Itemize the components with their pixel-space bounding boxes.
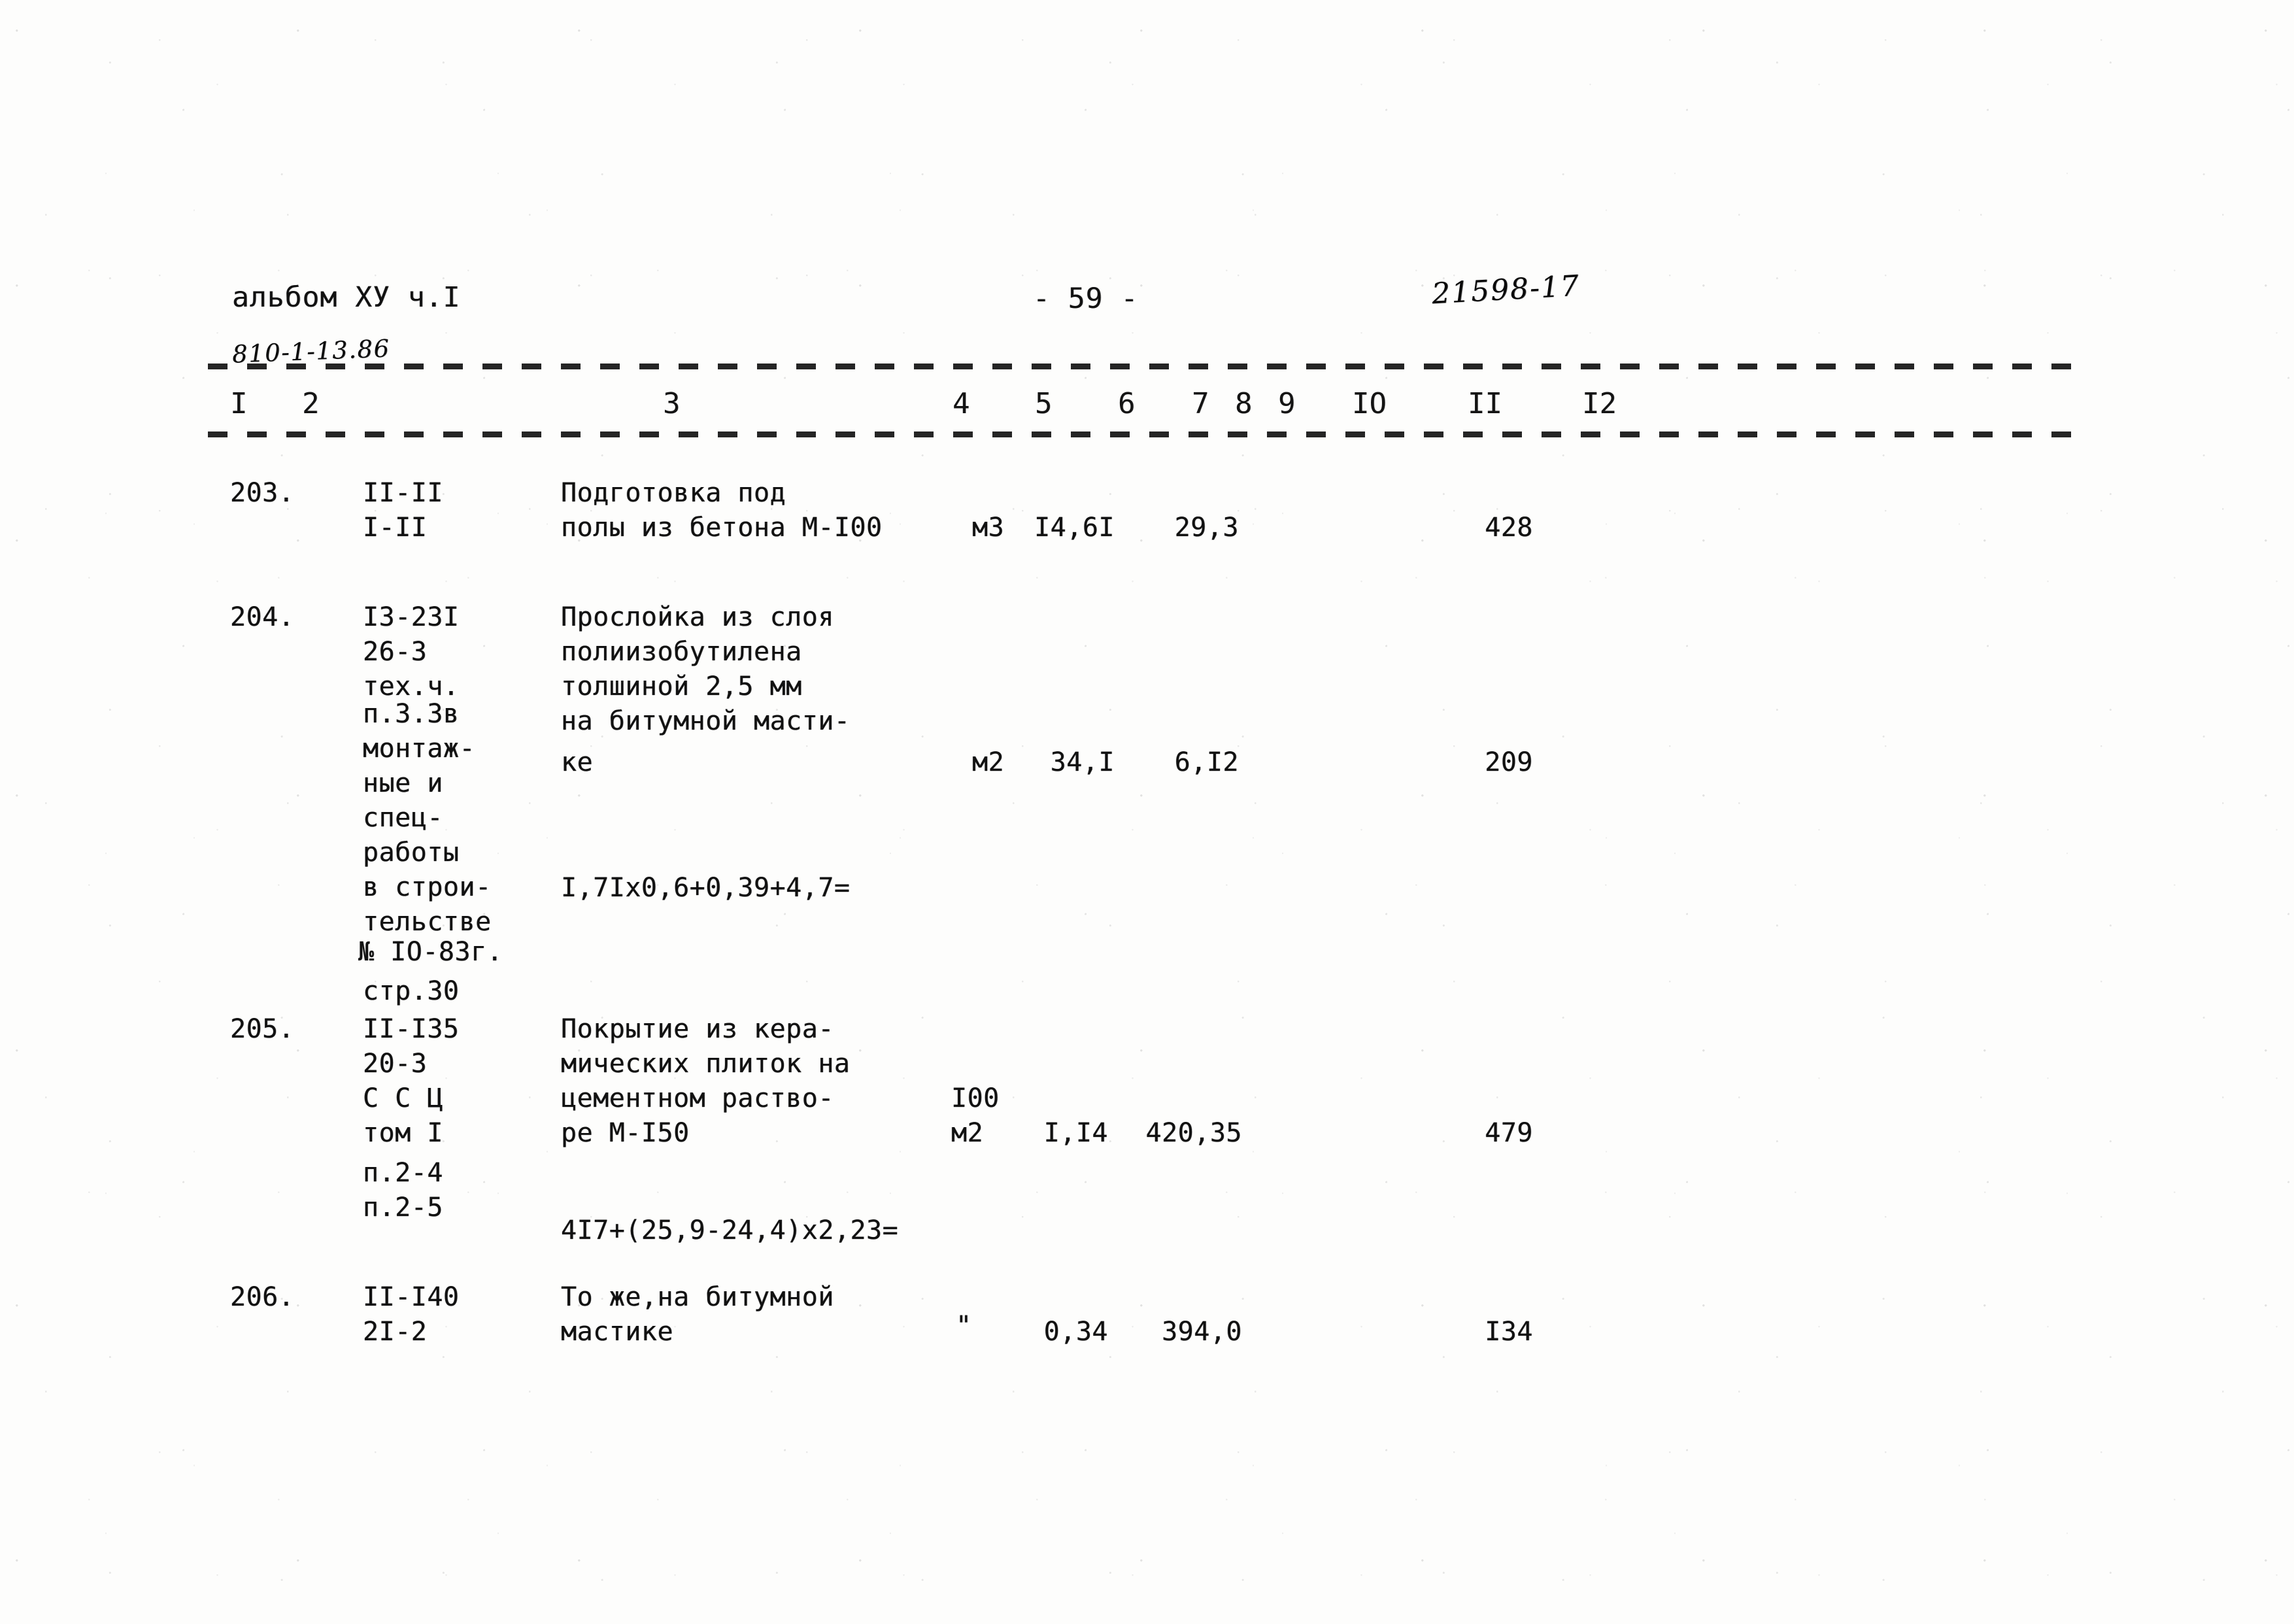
table-top-rule (208, 364, 2091, 369)
album-label: альбом ХУ ч.I (232, 281, 461, 314)
row-code-line: ные и (363, 768, 443, 798)
row-quantity: I4,6I (1034, 513, 1115, 543)
row-number: 205. (230, 1014, 295, 1044)
row-code-line: 2I-2 (363, 1317, 428, 1347)
row-description: толшиной 2,5 мм (561, 671, 802, 702)
column-header-7: 7 (1192, 387, 1209, 420)
row-formula: 4I7+(25,9-24,4)х2,23= (561, 1215, 899, 1245)
column-header-12: I2 (1582, 387, 1617, 420)
column-header-1: I (230, 387, 248, 420)
row-price: 6,I2 (1174, 747, 1239, 777)
column-header-3: 3 (663, 387, 681, 420)
row-code-line: I3-23I (363, 602, 460, 632)
row-code-line: в строи- (363, 872, 492, 902)
column-header-4: 4 (953, 387, 970, 420)
row-code-line: С С Ц (363, 1083, 443, 1113)
row-code-line: п.3.3в (363, 699, 460, 729)
row-total: I34 (1485, 1317, 1533, 1347)
column-header-10: IO (1352, 387, 1387, 420)
row-code-line: II-I35 (363, 1014, 460, 1044)
table-header-rule (208, 431, 2091, 437)
row-unit: м2 (972, 747, 1005, 777)
column-header-6: 6 (1118, 387, 1136, 420)
row-description: на битумной масти- (561, 706, 851, 736)
page-marker: - 59 - (1033, 282, 1139, 315)
row-description: Подготовка под (561, 478, 786, 508)
scanned-document-page: альбом ХУ ч.I - 59 - 21598-17 810-1-13.8… (0, 0, 2294, 1624)
row-description: ке (561, 747, 594, 777)
row-description: ре М-I50 (561, 1118, 690, 1148)
row-number: 206. (230, 1282, 295, 1312)
row-code-line: № IO-83г. (358, 937, 503, 967)
row-unit-extra: I00 (951, 1083, 1000, 1113)
row-description: Прослойка из слоя (561, 602, 834, 632)
row-price: 420,35 (1145, 1118, 1242, 1148)
row-code-line: спец- (363, 803, 443, 833)
row-number: 204. (230, 602, 295, 632)
row-unit: м3 (972, 513, 1005, 543)
row-description: полиизобутилена (561, 637, 802, 667)
row-code-line: п.2-4 (363, 1158, 443, 1188)
row-code-line: стр.30 (363, 976, 460, 1006)
column-header-8: 8 (1235, 387, 1253, 420)
row-description: мастике (561, 1317, 674, 1347)
row-code-line: 26-3 (363, 637, 428, 667)
row-description: То же,на битумной (561, 1282, 834, 1312)
column-header-11: II (1468, 387, 1502, 420)
row-unit: " (956, 1311, 972, 1341)
row-unit: м2 (951, 1118, 984, 1148)
row-total: 209 (1485, 747, 1533, 777)
row-description: цементном раство- (561, 1083, 834, 1113)
row-quantity: I,I4 (1043, 1118, 1108, 1148)
archive-number: 21598-17 (1430, 269, 1581, 311)
row-quantity: 0,34 (1043, 1317, 1108, 1347)
column-header-2: 2 (302, 387, 320, 420)
row-formula: I,7Iх0,6+0,39+4,7= (561, 873, 851, 903)
row-description: полы из бетона М-I00 (561, 513, 883, 543)
column-header-5: 5 (1035, 387, 1053, 420)
row-code-line: п.2-5 (363, 1193, 443, 1223)
row-number: 203. (230, 478, 295, 508)
scan-grain-overlay (0, 0, 2294, 1624)
row-total: 428 (1485, 513, 1533, 543)
row-description: мических плиток на (561, 1049, 851, 1079)
row-price: 394,0 (1162, 1317, 1242, 1347)
row-quantity: 34,I (1050, 747, 1115, 777)
column-header-9: 9 (1278, 387, 1296, 420)
row-code-line: I-II (363, 513, 428, 543)
row-code-line: II-II (363, 478, 443, 508)
row-price: 29,3 (1174, 513, 1239, 543)
row-code-line: работы (363, 837, 460, 868)
row-description: Покрытие из кера- (561, 1014, 834, 1044)
row-total: 479 (1485, 1118, 1533, 1148)
row-code-line: 20-3 (363, 1049, 428, 1079)
row-code-line: том I (363, 1118, 443, 1148)
row-code-line: монтаж- (363, 734, 476, 764)
row-code-line: II-I40 (363, 1282, 460, 1312)
